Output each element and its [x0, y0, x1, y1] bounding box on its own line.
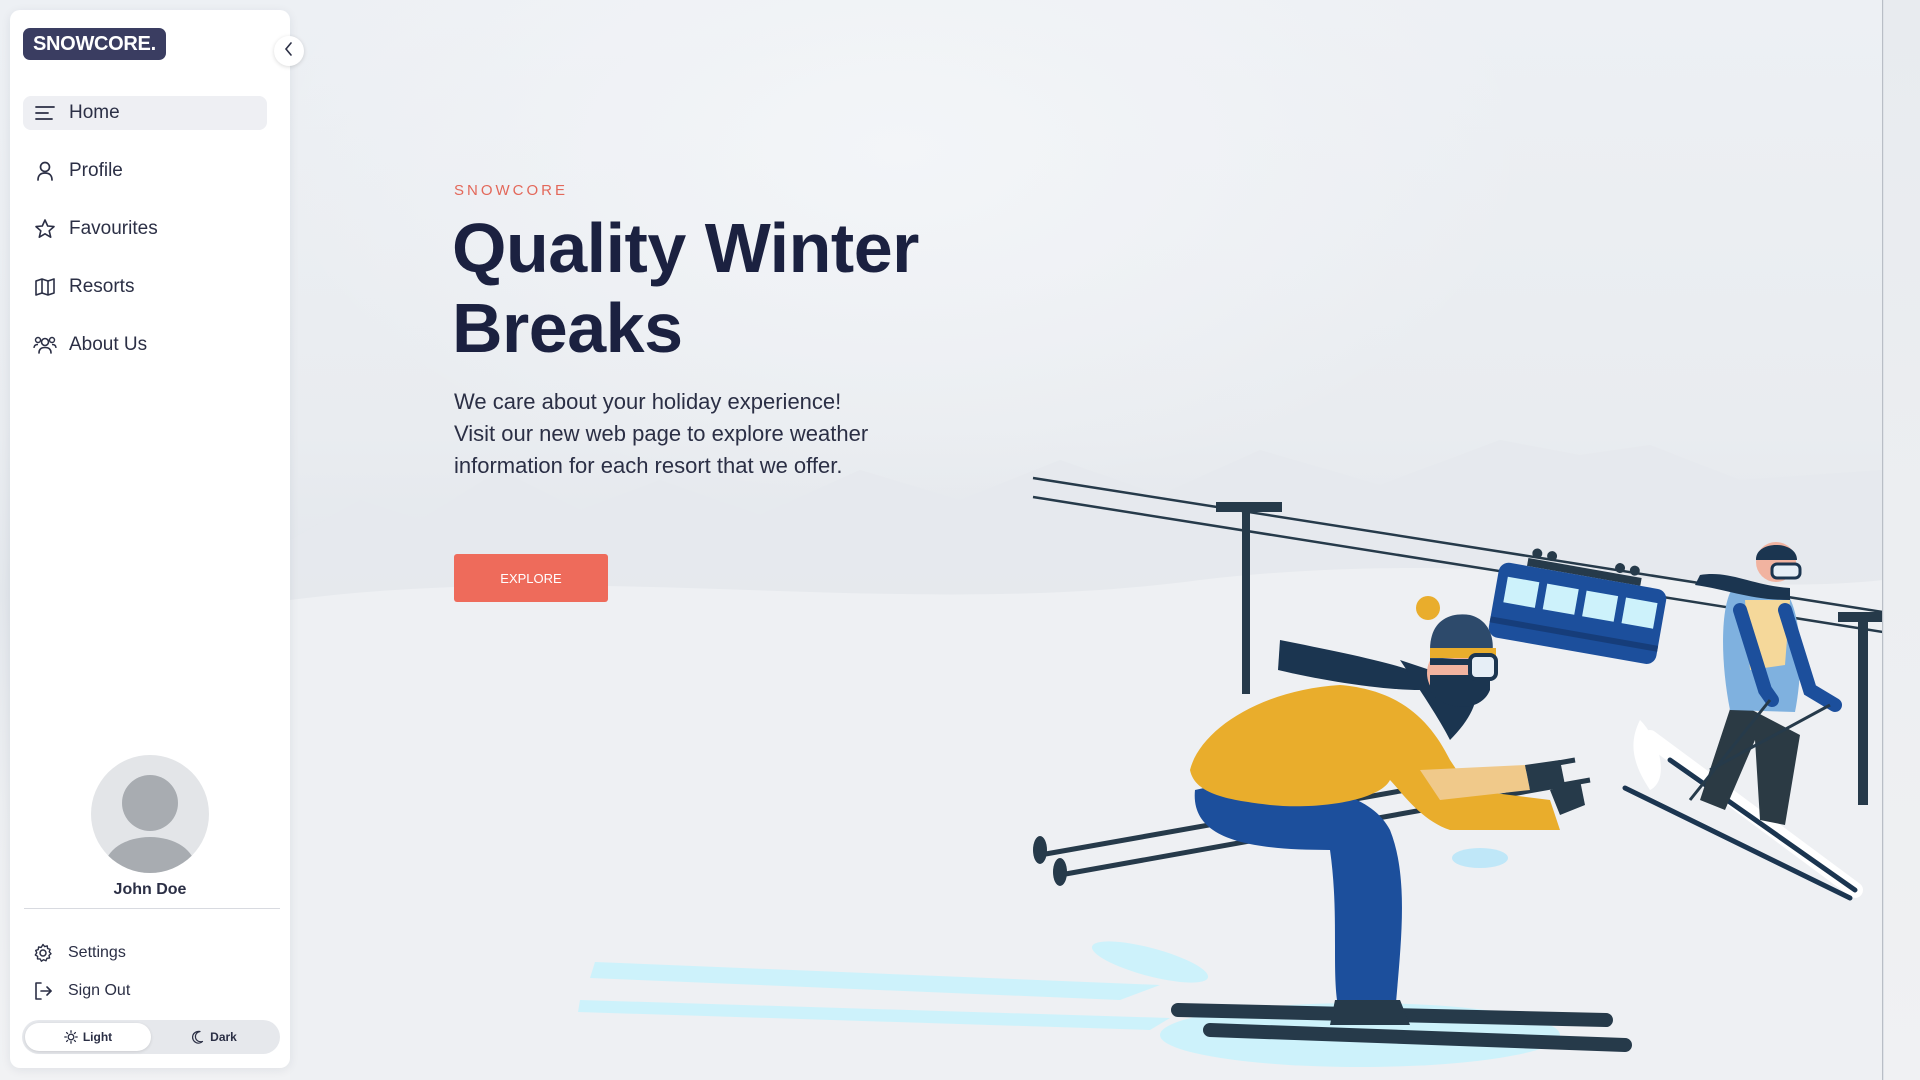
settings-link[interactable]: Settings: [32, 940, 130, 966]
collapse-sidebar-button[interactable]: [274, 36, 304, 66]
theme-dark-label: Dark: [210, 1030, 237, 1044]
sun-icon: [63, 1030, 78, 1044]
nav-item-favourites[interactable]: Favourites: [23, 212, 267, 246]
nav-item-label: Resorts: [69, 276, 135, 297]
app-window: SNOWCORE. Home Profile Favourites Resort…: [0, 0, 1883, 1080]
nav-item-resorts[interactable]: Resorts: [23, 270, 267, 304]
bottom-links: Settings Sign Out: [32, 940, 130, 1016]
user-profile[interactable]: John Doe: [10, 755, 290, 899]
divider: [24, 908, 280, 909]
brand-logo[interactable]: SNOWCORE.: [23, 28, 166, 60]
nav-item-about-us[interactable]: About Us: [23, 328, 267, 362]
headline-line-1: Quality Winter: [452, 209, 919, 287]
nav-item-label: Profile: [69, 160, 123, 181]
nav-item-label: Home: [69, 102, 120, 123]
hero-headline: Quality Winter Breaks: [452, 208, 1012, 368]
hero-eyebrow: SNOWCORE: [454, 182, 568, 199]
headline-line-2: Breaks: [452, 289, 683, 367]
sidebar: SNOWCORE. Home Profile Favourites Resort…: [10, 10, 304, 1068]
nav-item-label: Favourites: [69, 218, 158, 239]
window-gutter: [1884, 0, 1920, 1080]
lead-line-2: Visit our new web page to explore weathe…: [454, 421, 869, 446]
sign-out-icon: [32, 980, 54, 1002]
nav-item-label: About Us: [69, 334, 148, 355]
theme-light-label: Light: [82, 1030, 113, 1044]
theme-toggle: Light Dark: [22, 1020, 280, 1054]
user-icon: [33, 159, 57, 183]
lead-line-1: We care about your holiday experience!: [454, 389, 842, 414]
sign-out-label: Sign Out: [68, 982, 131, 999]
menu-icon: [33, 101, 57, 125]
nav-item-profile[interactable]: Profile: [23, 154, 267, 188]
chevron-left-icon: [283, 41, 295, 61]
users-icon: [33, 333, 57, 357]
avatar[interactable]: [91, 755, 209, 873]
theme-light-option[interactable]: Light: [25, 1023, 151, 1051]
theme-dark-option[interactable]: Dark: [151, 1023, 277, 1051]
moon-icon: [191, 1030, 205, 1044]
user-name: John Doe: [113, 881, 187, 898]
gear-icon: [32, 942, 54, 964]
map-icon: [33, 275, 57, 299]
nav-item-home[interactable]: Home: [23, 96, 267, 130]
lead-line-3: information for each resort that we offe…: [454, 453, 843, 478]
explore-button[interactable]: EXPLORE: [454, 554, 608, 602]
settings-label: Settings: [68, 944, 126, 961]
star-icon: [33, 217, 57, 241]
main-nav: Home Profile Favourites Resorts About Us: [23, 96, 267, 386]
sign-out-link[interactable]: Sign Out: [32, 978, 130, 1004]
hero-lead: We care about your holiday experience! V…: [454, 386, 974, 482]
